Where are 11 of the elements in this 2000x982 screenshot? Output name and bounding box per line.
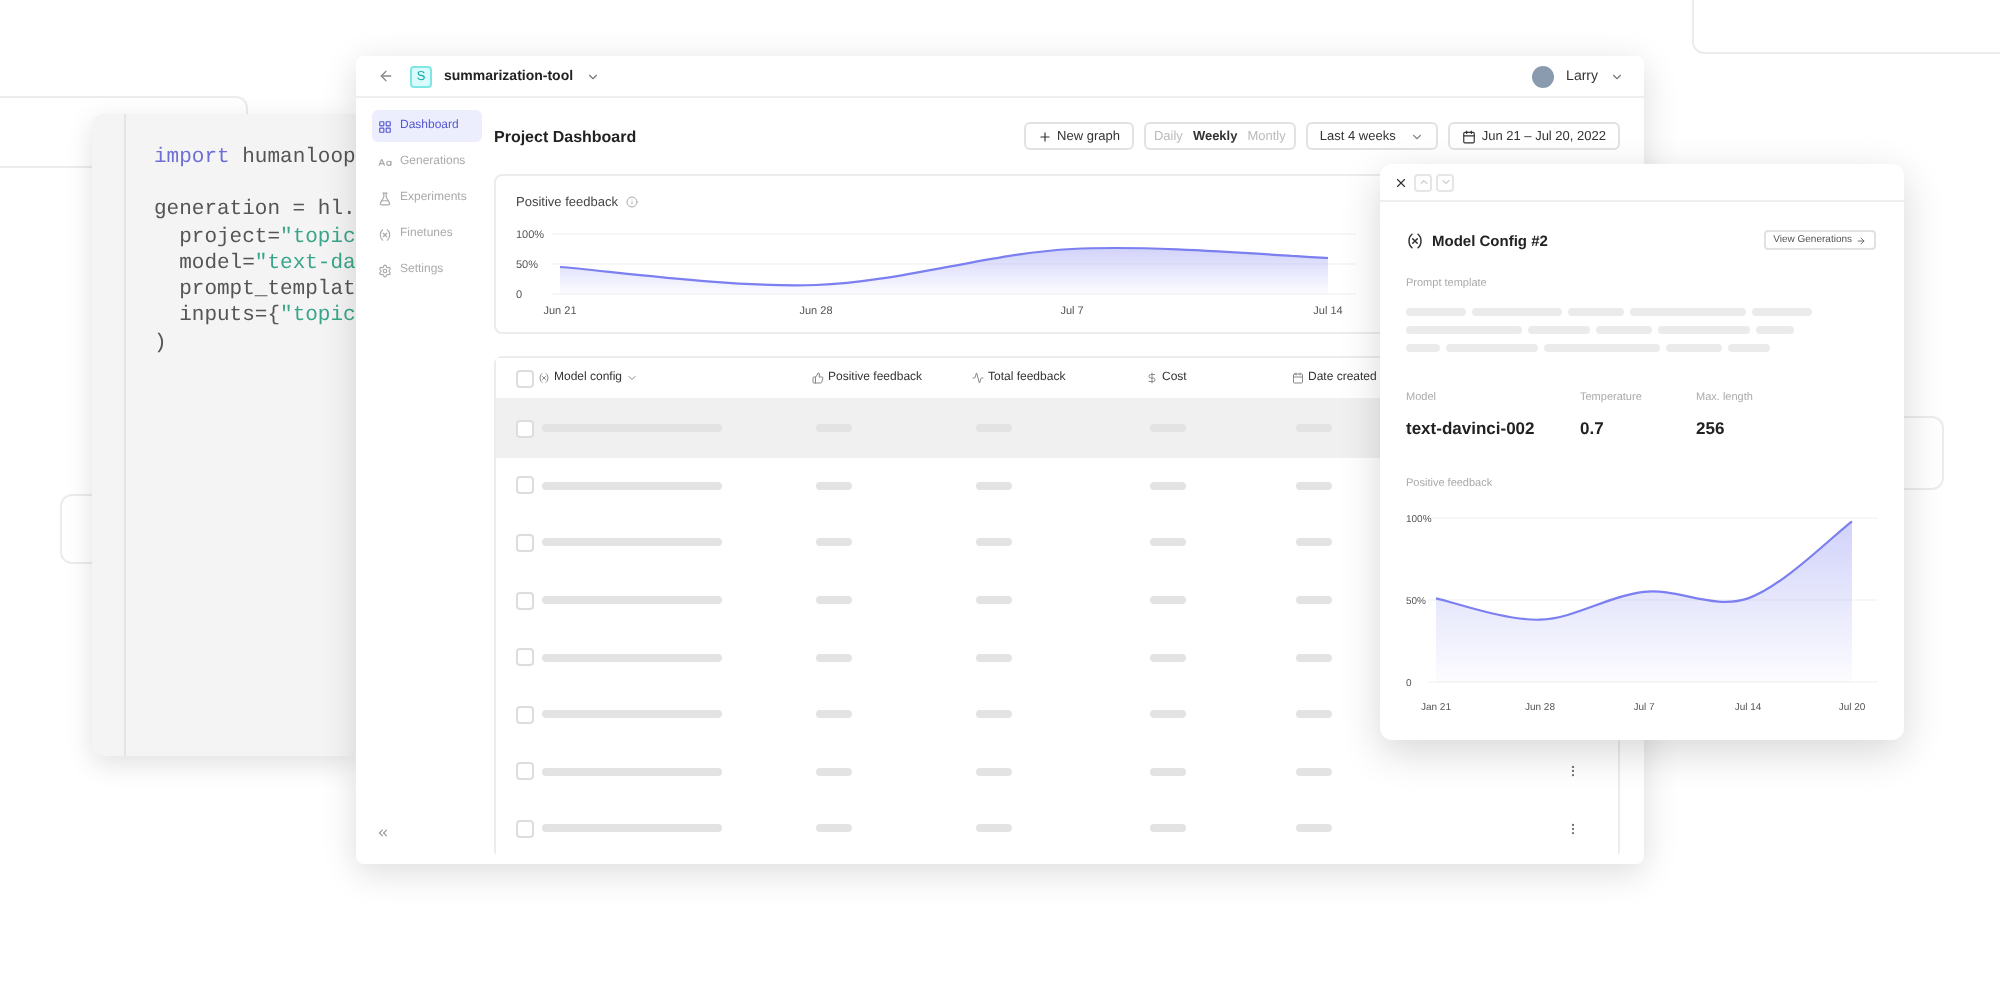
code-line: model="text-da [177,251,356,278]
code-line: prompt_templat [177,278,356,304]
code-line: generation = hl. [154,198,356,226]
field-value: 0.7 [1580,418,1606,438]
code-line: inputs={"topic [177,304,356,332]
field-value: 256 [1696,418,1727,438]
page-title: Project Dashboard [494,127,637,145]
code-line: ) [154,331,167,359]
code-line: import humanloop [154,146,356,173]
field-value: text-davinci-002 [1406,418,1537,438]
code-line: project="topic [177,225,356,252]
